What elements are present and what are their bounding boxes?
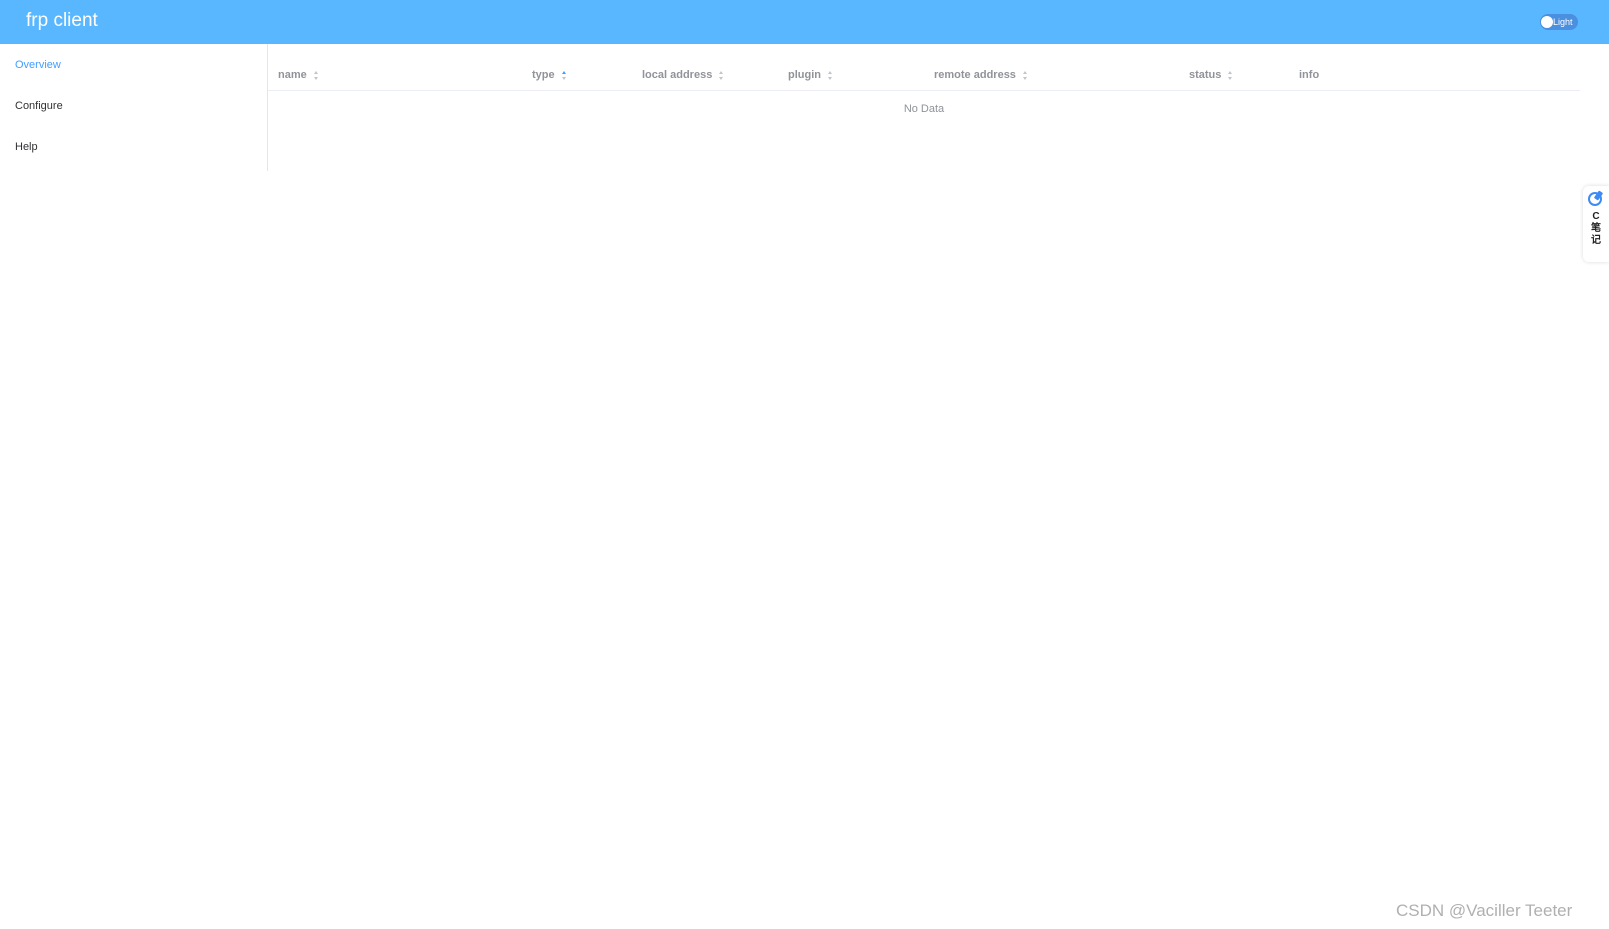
side-note-tool[interactable]: C笔记	[1583, 186, 1609, 262]
column-header-type[interactable]: type	[532, 68, 568, 82]
column-label: plugin	[788, 69, 821, 81]
sidebar-menu: Overview Configure Help	[0, 44, 268, 171]
column-header-plugin[interactable]: plugin	[788, 68, 834, 82]
top-header: frp client Light	[0, 0, 1609, 44]
table-empty-text: No Data	[903, 103, 945, 115]
watermark-text: CSDN @Vaciller Teeter	[1396, 901, 1573, 920]
app-title: frp client	[26, 10, 98, 31]
sidebar-item-configure[interactable]: Configure	[15, 99, 63, 113]
column-header-name[interactable]: name	[278, 68, 320, 82]
sort-caret-icon[interactable]	[1022, 70, 1029, 81]
sort-caret-icon[interactable]	[1227, 70, 1234, 81]
column-label: local address	[642, 69, 713, 81]
theme-toggle-switch[interactable]: Light	[1540, 14, 1578, 30]
column-label: status	[1189, 69, 1222, 81]
column-header-remote-address[interactable]: remote address	[934, 68, 1029, 82]
proxy-table-header: name type local address plugin remote ad…	[268, 62, 1580, 91]
theme-toggle-label: Light	[1553, 17, 1573, 27]
column-header-status[interactable]: status	[1189, 68, 1234, 82]
sort-caret-icon[interactable]	[561, 70, 568, 81]
column-label: type	[532, 69, 555, 81]
column-label: remote address	[934, 69, 1016, 81]
column-header-info: info	[1299, 68, 1319, 82]
column-header-local-address[interactable]: local address	[642, 68, 725, 82]
column-label: name	[278, 69, 307, 81]
sort-caret-icon[interactable]	[718, 70, 725, 81]
column-label: info	[1299, 69, 1320, 81]
sidebar-item-help[interactable]: Help	[15, 140, 38, 154]
sort-caret-icon[interactable]	[827, 70, 834, 81]
side-note-label: C笔记	[1591, 211, 1601, 246]
pen-note-icon	[1588, 192, 1602, 206]
toggle-knob	[1541, 16, 1553, 28]
sidebar-item-overview[interactable]: Overview	[15, 58, 61, 72]
sort-caret-icon[interactable]	[313, 70, 320, 81]
